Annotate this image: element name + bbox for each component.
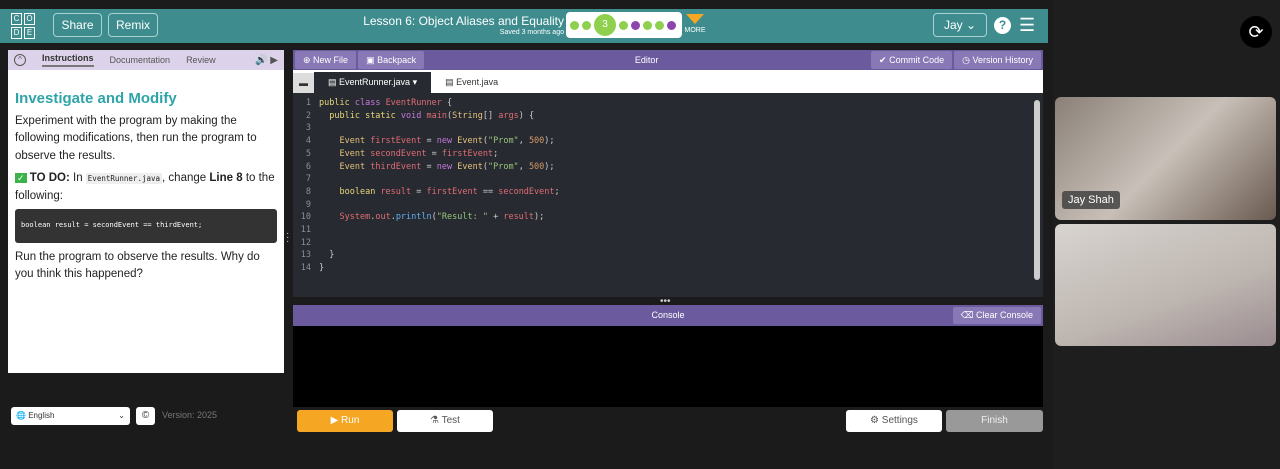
test-button[interactable]: ⚗ Test	[397, 410, 493, 432]
todo-text: In	[73, 172, 83, 184]
file-name-code: EventRunner.java	[85, 173, 163, 184]
level-dot[interactable]	[631, 20, 640, 30]
more-label: MORE	[684, 27, 706, 34]
level-dot[interactable]	[582, 20, 591, 30]
speaker-play-icon[interactable]: 🔊 ▶	[255, 55, 278, 66]
tab-review[interactable]: Review	[186, 55, 216, 65]
console-panel: Console ⌫ Clear Console	[293, 305, 1043, 407]
code-area[interactable]: 1 public class EventRunner { 2 public sta…	[293, 93, 1043, 275]
code-editor: ⊕ New File ▣ Backpack Editor ✔ Commit Co…	[293, 50, 1043, 297]
finish-button[interactable]: Finish	[946, 410, 1043, 432]
copyright-icon[interactable]: ©	[136, 407, 155, 425]
instructions-title: Investigate and Modify	[15, 90, 177, 107]
participant-name: Jay Shah	[1062, 191, 1120, 209]
todo-text: , change	[162, 172, 207, 184]
folder-icon[interactable]: ▬	[293, 73, 314, 93]
file-tab-event[interactable]: ▤ Event.java	[431, 72, 512, 93]
commit-label: Commit Code	[889, 55, 945, 65]
editor-scrollbar[interactable]	[1034, 100, 1040, 280]
tab-instructions[interactable]: Instructions	[42, 53, 94, 67]
instructions-intro: Experiment with the program by making th…	[15, 114, 257, 162]
more-button[interactable]: MORE	[684, 14, 706, 34]
logo-letter: C	[11, 13, 22, 25]
instructions-tabs: ^ Instructions Documentation Review 🔊 ▶	[8, 50, 284, 70]
video-tile[interactable]: Jay Shah	[1055, 97, 1276, 220]
user-menu[interactable]: Jay ⌄	[933, 13, 987, 37]
version-history-button[interactable]: ◷ Version History	[954, 51, 1041, 69]
collapse-icon[interactable]: ^	[14, 54, 26, 66]
editor-title: Editor	[634, 55, 659, 65]
backpack-label: Backpack	[377, 55, 417, 65]
instructions-panel: ^ Instructions Documentation Review 🔊 ▶ …	[8, 50, 284, 373]
tab-documentation[interactable]: Documentation	[110, 55, 171, 65]
version-label: Version: 2025	[162, 410, 218, 420]
logo-letter: E	[24, 27, 35, 39]
hamburger-menu-icon[interactable]: ☰	[1019, 16, 1035, 34]
console-title: Console	[651, 310, 685, 320]
checkbox-icon: ✓	[15, 173, 27, 183]
user-name: Jay	[943, 18, 963, 32]
logo-letter: D	[11, 27, 22, 39]
chevron-down-icon: ⌄	[118, 411, 125, 420]
level-dot[interactable]	[643, 20, 652, 30]
triangle-down-icon	[686, 14, 704, 24]
remix-button[interactable]: Remix	[108, 13, 158, 37]
language-label: English	[28, 411, 55, 420]
saved-status: Saved 3 months ago	[499, 29, 564, 36]
file-tab-label: EventRunner.java	[339, 77, 411, 87]
code-snippet: boolean result = secondEvent == thirdEve…	[15, 209, 277, 243]
clear-console-label: Clear Console	[975, 310, 1033, 320]
todo-label: TO DO:	[29, 172, 70, 184]
logo-letter: O	[24, 13, 35, 25]
level-progress: 3	[566, 12, 682, 38]
line-reference: Line 8	[209, 172, 243, 184]
run-label: Run	[341, 415, 360, 426]
backpack-button[interactable]: ▣ Backpack	[358, 51, 425, 69]
settings-button[interactable]: ⚙ Settings	[846, 410, 942, 432]
file-tab-eventrunner[interactable]: ▤ EventRunner.java ▾	[314, 72, 432, 93]
share-button[interactable]: Share	[53, 13, 102, 37]
current-level[interactable]: 3	[594, 14, 616, 36]
settings-label: Settings	[881, 415, 918, 426]
new-file-label: New File	[313, 55, 349, 65]
level-dot[interactable]	[570, 20, 579, 30]
chevron-down-icon: ⌄	[965, 18, 977, 32]
history-label: Version History	[972, 55, 1033, 65]
lesson-title: Lesson 6: Object Aliases and Equality	[363, 14, 564, 28]
help-button[interactable]: ?	[994, 17, 1011, 34]
app-logo-icon[interactable]: ⟳	[1240, 16, 1272, 48]
clear-console-button[interactable]: ⌫ Clear Console	[952, 307, 1041, 324]
file-tab-label: Event.java	[456, 77, 499, 87]
instructions-question: Run the program to observe the results. …	[15, 250, 260, 281]
level-dot[interactable]	[619, 20, 628, 30]
language-select[interactable]: 🌐 English ⌄	[11, 407, 130, 425]
new-file-button[interactable]: ⊕ New File	[295, 51, 357, 69]
video-tile[interactable]	[1055, 224, 1276, 346]
test-label: Test	[441, 415, 460, 426]
level-dot[interactable]	[655, 20, 664, 30]
code-org-logo[interactable]: CODE	[11, 13, 35, 39]
run-button[interactable]: ▶ Run	[297, 410, 393, 432]
level-dot[interactable]	[667, 20, 676, 30]
commit-code-button[interactable]: ✔ Commit Code	[871, 51, 953, 69]
resize-handle[interactable]: · · ·	[286, 229, 289, 247]
